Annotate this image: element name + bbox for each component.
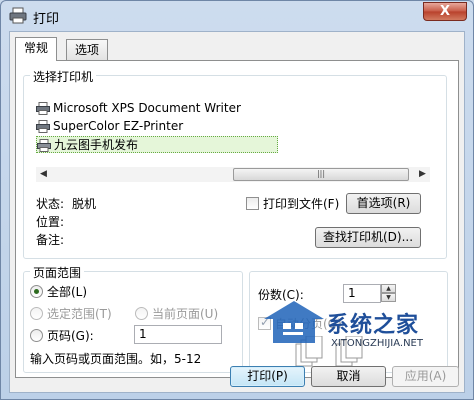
select-printer-group: 选择打印机 Microsoft XPS Document Writer Supe… bbox=[23, 68, 447, 259]
find-printer-button[interactable]: 查找打印机(D)... bbox=[315, 227, 421, 248]
print-dialog: 打印 X 常规 选项 选择打印机 Microsoft XPS Document … bbox=[0, 0, 474, 400]
comment-label: 备注: bbox=[36, 233, 65, 247]
printer-item[interactable]: SuperColor EZ-Printer bbox=[36, 118, 183, 135]
printer-item-selected[interactable]: 九云图手机发布 bbox=[36, 136, 278, 153]
printer-name: Microsoft XPS Document Writer bbox=[53, 101, 241, 115]
page-range-group: 页面范围 全部(L) 选定范围(T) 当前页面(U) 页码(G): 1 输入页码… bbox=[23, 264, 243, 373]
cancel-button[interactable]: 取消 bbox=[311, 366, 386, 387]
page-range-pages-label[interactable]: 页码(G): bbox=[47, 327, 94, 344]
page-range-current-label[interactable]: 当前页面(U) bbox=[152, 305, 218, 322]
pages-input[interactable]: 1 bbox=[134, 325, 222, 344]
page-range-selection-radio[interactable] bbox=[30, 307, 43, 320]
preferences-button[interactable]: 首选项(R) bbox=[346, 193, 421, 214]
printer-icon bbox=[36, 102, 50, 115]
page-range-pages-radio[interactable] bbox=[30, 329, 43, 342]
tab-options[interactable]: 选项 bbox=[66, 39, 109, 60]
apply-button[interactable]: 应用(A) bbox=[392, 366, 459, 387]
print-button[interactable]: 打印(P) bbox=[230, 366, 305, 387]
scroll-left-icon[interactable]: ◀ bbox=[36, 167, 51, 182]
page-range-all-radio[interactable] bbox=[30, 285, 43, 298]
print-to-file-label[interactable]: 打印到文件(F) bbox=[263, 195, 339, 212]
printer-name: SuperColor EZ-Printer bbox=[53, 119, 184, 133]
house-logo-icon bbox=[264, 301, 324, 343]
page-range-label: 页面范围 bbox=[30, 264, 85, 281]
select-printer-label: 选择打印机 bbox=[30, 68, 97, 85]
page-range-all-label[interactable]: 全部(L) bbox=[47, 283, 87, 300]
scrollbar-thumb[interactable]: ||| bbox=[233, 168, 409, 181]
page-range-current-radio[interactable] bbox=[135, 307, 148, 320]
scroll-right-icon[interactable]: ▶ bbox=[415, 167, 430, 182]
page-range-hint: 输入页码或页面范围。如，5-12 bbox=[30, 352, 202, 366]
close-button[interactable]: X bbox=[423, 2, 467, 21]
printer-list[interactable]: Microsoft XPS Document Writer SuperColor… bbox=[36, 100, 426, 160]
spin-up-icon[interactable]: ▲ bbox=[381, 284, 396, 293]
printer-icon bbox=[9, 7, 27, 24]
tab-general[interactable]: 常规 bbox=[15, 37, 58, 61]
location-label: 位置: bbox=[36, 215, 65, 229]
printer-icon bbox=[36, 120, 50, 133]
status-label: 状态: bbox=[36, 197, 65, 211]
page-range-selection-label[interactable]: 选定范围(T) bbox=[47, 305, 112, 322]
printer-list-scrollbar[interactable]: ◀ ||| ▶ bbox=[36, 167, 430, 182]
printer-icon bbox=[37, 139, 51, 152]
watermark-url: XITONGZHIJIA.NET bbox=[331, 338, 423, 349]
window-title: 打印 bbox=[33, 12, 60, 27]
watermark: 系统之家 XITONGZHIJIA.NET bbox=[259, 293, 459, 359]
printer-item[interactable]: Microsoft XPS Document Writer bbox=[36, 100, 241, 117]
print-to-file-checkbox[interactable] bbox=[246, 197, 259, 210]
status-value: 脱机 bbox=[72, 197, 97, 211]
title-bar[interactable]: 打印 X bbox=[1, 1, 473, 31]
printer-name: 九云图手机发布 bbox=[54, 138, 139, 152]
watermark-logo-text: 系统之家 bbox=[327, 313, 420, 338]
